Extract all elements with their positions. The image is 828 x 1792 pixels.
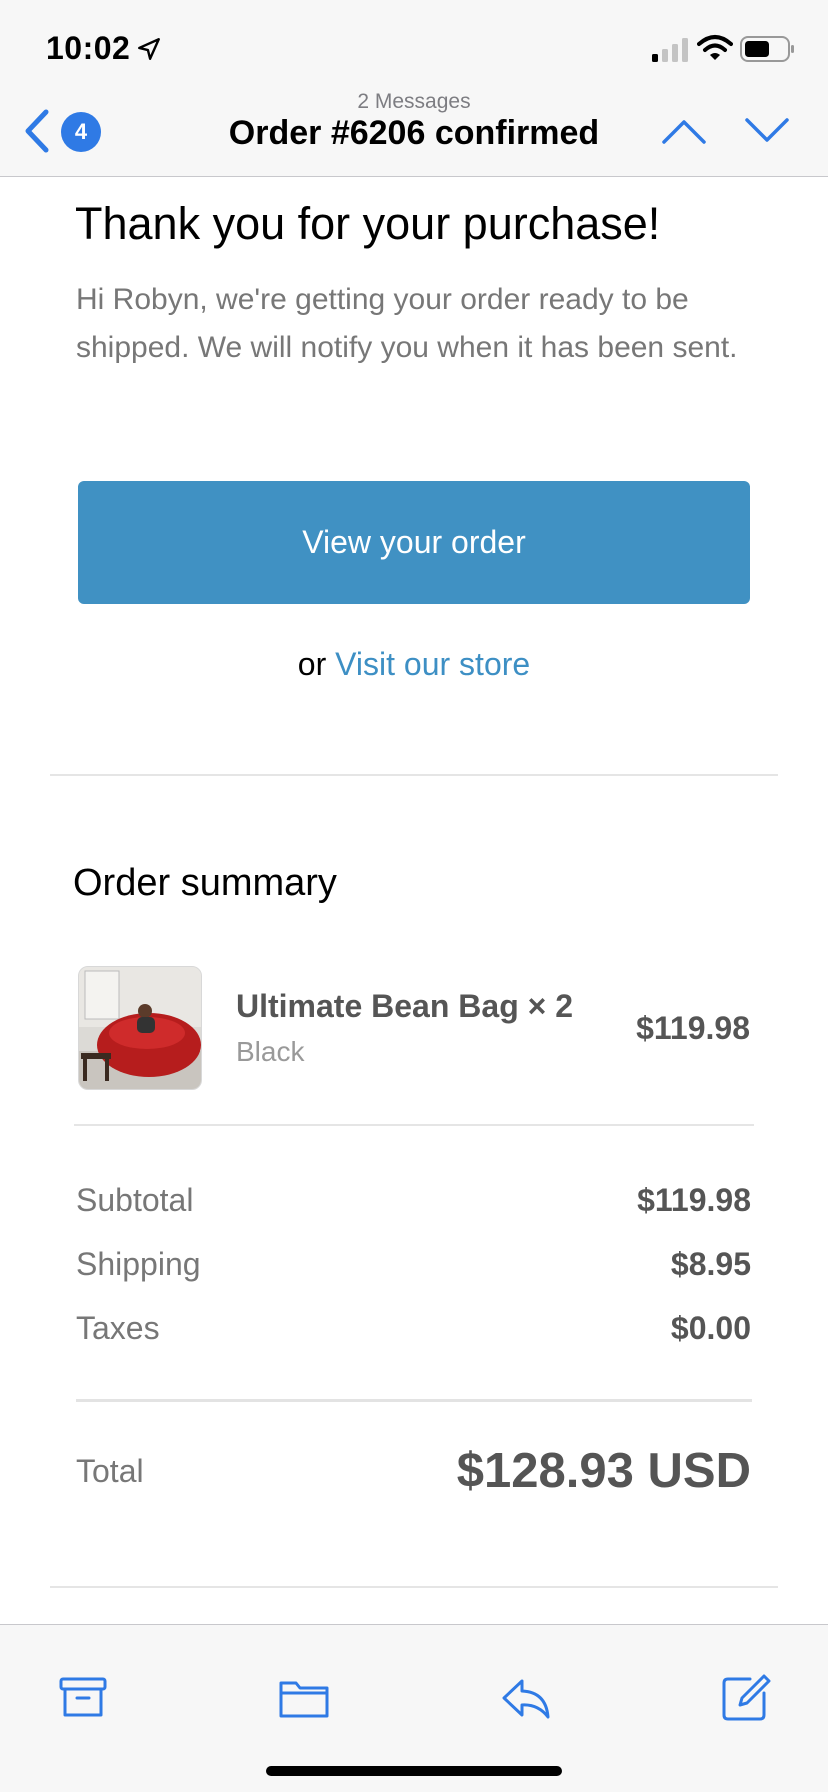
next-message-icon[interactable] [744,116,790,146]
items-divider [74,1124,754,1126]
taxes-label: Taxes [76,1310,160,1346]
battery-icon [740,36,794,62]
visit-store-link[interactable]: Visit our store [335,646,530,682]
bean-bag-photo [79,967,201,1089]
total-label: Total [76,1453,144,1489]
item-price: $119.98 [636,1010,750,1046]
bottom-toolbar [0,1624,828,1792]
shipping-label: Shipping [76,1246,201,1282]
reply-icon[interactable] [500,1673,552,1721]
shipping-value: $8.95 [670,1246,751,1282]
totals-divider [76,1399,752,1402]
item-name: Ultimate Bean Bag × 2 [236,988,573,1024]
archive-icon[interactable] [57,1673,109,1721]
taxes-value: $0.00 [670,1310,751,1346]
or-text: or [297,646,327,682]
home-indicator[interactable] [266,1766,562,1776]
compose-icon[interactable] [720,1673,772,1721]
wifi-icon [697,35,733,60]
previous-message-icon[interactable] [661,116,707,146]
subtotal-label: Subtotal [76,1182,194,1218]
email-headline: Thank you for your purchase! [75,198,661,249]
footer-divider [50,1586,778,1588]
order-summary-title: Order summary [73,862,337,904]
email-intro-text: Hi Robyn, we're getting your order ready… [76,283,738,364]
item-variant: Black [236,1036,305,1067]
location-arrow-icon [138,38,160,60]
cellular-signal-icon [652,38,688,62]
top-bar: 10:02 4 2 Messages Order #6206 confirmed [0,0,828,177]
view-order-button[interactable]: View your order [78,481,750,604]
folder-icon[interactable] [278,1673,330,1721]
status-time: 10:02 [46,30,131,66]
total-value: $128.93 USD [456,1444,751,1498]
section-divider [50,774,778,776]
message-count: 2 Messages [357,90,471,113]
store-link-line: or Visit our store [0,646,828,683]
product-thumbnail [78,966,202,1090]
subtotal-value: $119.98 [637,1182,751,1218]
